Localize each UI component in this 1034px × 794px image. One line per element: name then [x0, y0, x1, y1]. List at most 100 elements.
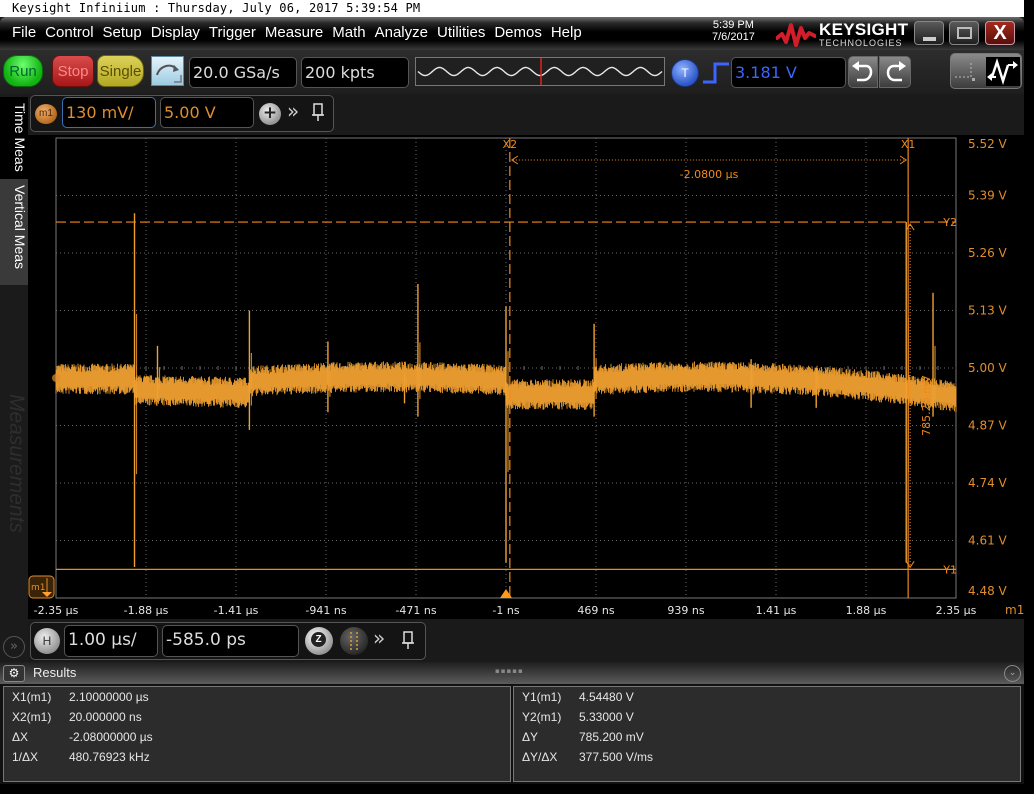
cursor-x1-label: X1 [901, 138, 916, 151]
menu-trigger[interactable]: Trigger [209, 24, 256, 41]
y-tick-label: 4.48 V [968, 584, 1008, 598]
delta-y-label: 785.20 mV [920, 375, 933, 436]
result-label: ΔX [12, 730, 29, 744]
trigger-level-field[interactable]: 3.181 V [731, 57, 846, 88]
y-tick-label: 5.39 V [968, 189, 1008, 203]
resize-grip[interactable]: ▪▪▪▪▪ [495, 667, 524, 675]
markers-button[interactable] [340, 627, 368, 655]
channel-more-button[interactable]: » [287, 99, 299, 123]
zoom-button[interactable]: Z [305, 627, 333, 655]
menu-setup[interactable]: Setup [103, 24, 142, 41]
y-tick-label: 5.52 V [968, 137, 1008, 151]
x-tick-label: 1.41 µs [756, 604, 797, 617]
result-label: Y1(m1) [522, 690, 562, 704]
waveform-chart[interactable]: X2 X1 Y2 Y1 -2.0800 µs 785.20 mV 5.52 V 5.39 V… [28, 135, 1024, 619]
waveform-navigator[interactable] [415, 57, 665, 86]
result-value: 480.76923 kHz [69, 750, 150, 764]
measurements-watermark: Measurements [5, 394, 28, 533]
trigger-button[interactable]: T [671, 59, 699, 87]
result-value: 2.10000000 µs [69, 690, 149, 704]
x-tick-label: 939 ns [667, 604, 704, 617]
menu-display[interactable]: Display [151, 24, 200, 41]
result-label: ΔY/ΔX [522, 750, 558, 764]
single-button[interactable]: Single [97, 55, 144, 87]
vertical-scale-field[interactable]: 130 mV/ [62, 97, 156, 128]
window-title: Keysight Infiniium : Thursday, July 06, … [0, 0, 1034, 17]
delta-y-arrowhead-top [905, 223, 915, 231]
waveform-display[interactable]: X2 X1 Y2 Y1 -2.0800 µs 785.20 mV 5.52 V 5.39 V… [28, 135, 1024, 619]
y-tick-label: 4.74 V [968, 476, 1008, 490]
clock: 5:39 PM 7/6/2017 [712, 19, 755, 43]
x-tick-label: -941 ns [305, 604, 346, 617]
stop-button[interactable]: Stop [52, 55, 94, 87]
results-panel: X1(m1) 2.10000000 µs X2(m1) 20.000000 ns Δ… [0, 684, 1024, 784]
result-value: 785.200 mV [579, 730, 644, 744]
m1-channel-badge[interactable]: m1 [35, 104, 57, 124]
x-tick-label: 1.88 µs [846, 604, 887, 617]
gear-icon[interactable]: ⚙ [3, 665, 25, 682]
results-header: ⚙ Results ▪▪▪▪▪ ⌄ [0, 662, 1024, 684]
measurement-sidebar: Time Meas Vertical Meas Measurements » [0, 94, 28, 670]
close-button[interactable]: X [985, 21, 1015, 45]
y-tick-label: 5.26 V [968, 246, 1008, 260]
horizontal-scale-field[interactable]: 1.00 µs/ [64, 625, 158, 657]
autoscale-button[interactable] [151, 56, 184, 86]
result-label: ΔY [522, 730, 539, 744]
result-label: 1/ΔX [12, 750, 39, 764]
redo-icon [886, 61, 906, 82]
screen-border [1024, 0, 1034, 794]
restore-icon [957, 27, 972, 39]
horizontal-position-field[interactable]: -585.0 ps [162, 625, 299, 657]
reference-level-marker [52, 374, 60, 382]
keysight-logo: KEYSIGHT TECHNOLOGIES [775, 20, 909, 48]
menu-control[interactable]: Control [45, 24, 93, 41]
collapse-results-button[interactable]: ⌄ [1004, 665, 1021, 682]
menu-utilities[interactable]: Utilities [437, 24, 485, 41]
y-tick-label: 4.61 V [968, 534, 1008, 548]
result-label: X1(m1) [12, 690, 52, 704]
horizontal-pin-icon[interactable] [402, 631, 414, 649]
cursor-y2-label: Y2 [942, 216, 957, 229]
pin-icon[interactable] [312, 103, 324, 121]
memory-depth-field[interactable]: 200 kpts [301, 57, 409, 88]
menu-help[interactable]: Help [551, 24, 582, 41]
vertical-offset-field[interactable]: 5.00 V [160, 97, 254, 128]
menu-analyze[interactable]: Analyze [375, 24, 428, 41]
clock-date: 7/6/2017 [712, 31, 755, 43]
result-value: 5.33000 V [579, 710, 634, 724]
menu-file[interactable]: File [12, 24, 36, 41]
layout-toggle-button[interactable] [950, 53, 1022, 89]
waveform-view-toggle[interactable] [986, 57, 1020, 86]
clock-time: 5:39 PM [712, 19, 754, 31]
rising-edge-icon[interactable] [702, 61, 730, 85]
brand-name: KEYSIGHT [819, 20, 909, 39]
restore-button[interactable] [949, 21, 979, 45]
add-channel-button[interactable]: + [259, 103, 281, 125]
tab-time-meas[interactable]: Time Meas [0, 97, 28, 179]
results-title: Results [33, 665, 77, 680]
redo-button[interactable] [879, 56, 911, 88]
menu-demos[interactable]: Demos [494, 24, 542, 41]
menu-math[interactable]: Math [332, 24, 365, 41]
undo-button[interactable] [848, 56, 878, 88]
sample-rate-field[interactable]: 20.0 GSa/s [189, 57, 297, 88]
x-tick-label: -471 ns [395, 604, 436, 617]
result-value: 20.000000 ns [69, 710, 142, 724]
menu-measure[interactable]: Measure [265, 24, 323, 41]
cursor-y1-label: Y1 [942, 563, 957, 576]
sidebar-expand-button[interactable]: » [3, 636, 25, 658]
result-label: X2(m1) [12, 710, 52, 724]
tab-vertical-meas[interactable]: Vertical Meas [0, 179, 28, 285]
brand-subtitle: TECHNOLOGIES [819, 38, 903, 48]
x-tick-label: -2.35 µs [34, 604, 79, 617]
delta-x-label: -2.0800 µs [680, 168, 739, 181]
minimize-button[interactable] [914, 21, 944, 45]
horizontal-more-button[interactable]: » [373, 626, 385, 650]
result-value: 377.500 V/ms [579, 750, 654, 764]
undo-icon [852, 61, 873, 82]
window-layout-icon [955, 61, 975, 81]
run-button[interactable]: Run [3, 55, 43, 87]
horizontal-badge[interactable]: H [34, 628, 60, 654]
x-tick-label: 2.35 µs [936, 604, 977, 617]
markers: m1 [28, 374, 512, 599]
